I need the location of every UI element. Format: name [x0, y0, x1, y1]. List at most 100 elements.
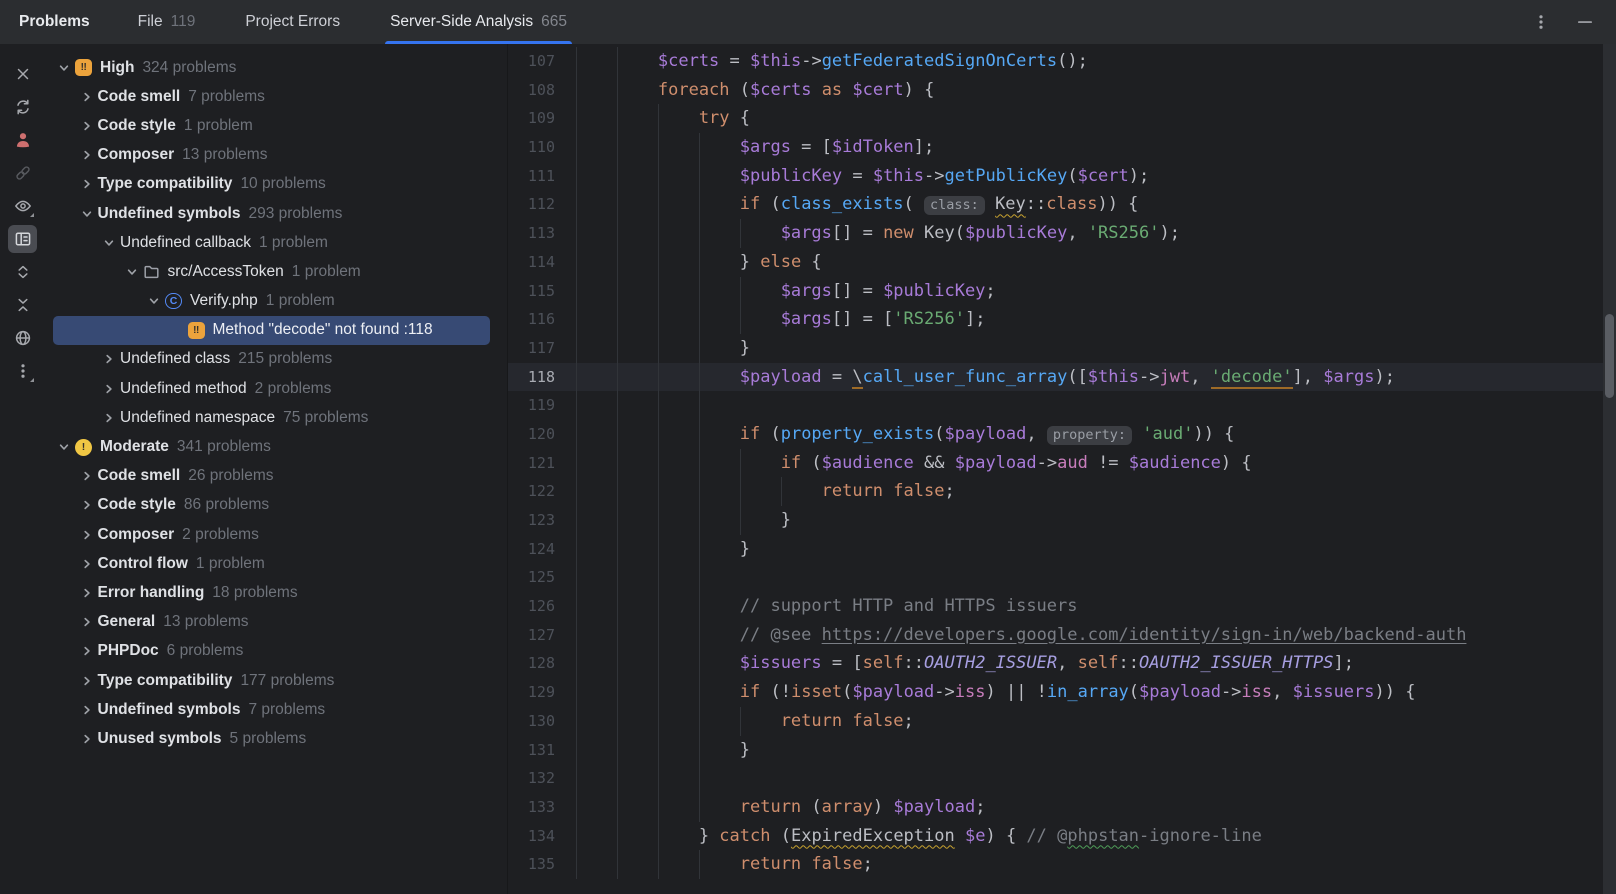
code-line[interactable]: 135return false;: [508, 850, 1616, 879]
tree-row-undefined-method[interactable]: Undefined method2 problems: [45, 374, 507, 403]
chevron-right-icon[interactable]: [76, 558, 98, 570]
collapse-all-icon[interactable]: [8, 291, 37, 319]
tree-row-code-smell[interactable]: Code smell26 problems: [45, 462, 507, 491]
code-line[interactable]: 123}: [508, 506, 1616, 535]
code-line[interactable]: 132: [508, 764, 1616, 793]
user-icon[interactable]: [8, 126, 37, 154]
code-line[interactable]: 122return false;: [508, 477, 1616, 506]
moderate-severity-icon: !: [75, 439, 92, 456]
chevron-right-icon[interactable]: [76, 178, 98, 190]
code-line[interactable]: 130return false;: [508, 707, 1616, 736]
tree-row-high[interactable]: !!High324 problems: [45, 53, 507, 82]
more-icon[interactable]: [1530, 11, 1552, 33]
code-line[interactable]: 113$args[] = new Key($publicKey, 'RS256'…: [508, 219, 1616, 248]
code-line[interactable]: 120if (property_exists($payload, propert…: [508, 420, 1616, 449]
chevron-right-icon[interactable]: [76, 587, 98, 599]
tab-server-side-analysis[interactable]: Server-Side Analysis665: [388, 0, 569, 44]
code-line[interactable]: 128$issuers = [self::OAUTH2_ISSUER, self…: [508, 649, 1616, 678]
code-line[interactable]: 112if (class_exists( class: Key::class))…: [508, 190, 1616, 219]
code-line[interactable]: 109try {: [508, 104, 1616, 133]
tree-row-code-style[interactable]: Code style1 problem: [45, 111, 507, 140]
chevron-down-icon[interactable]: [53, 441, 75, 453]
tree-row-undefined-namespace[interactable]: Undefined namespace75 problems: [45, 403, 507, 432]
refresh-icon[interactable]: [8, 93, 37, 121]
close-icon[interactable]: [8, 60, 37, 88]
tab-label: File: [138, 13, 163, 31]
editor-scrollbar-track[interactable]: [1603, 44, 1616, 894]
code-editor[interactable]: 107$certs = $this->getFederatedSignOnCer…: [507, 44, 1616, 894]
chevron-right-icon[interactable]: [76, 704, 98, 716]
tree-row-code-style[interactable]: Code style86 problems: [45, 491, 507, 520]
chevron-right-icon[interactable]: [76, 91, 98, 103]
tree-row-src-accesstoken[interactable]: src/AccessToken1 problem: [45, 257, 507, 286]
chevron-right-icon[interactable]: [76, 529, 98, 541]
code-line[interactable]: 107$certs = $this->getFederatedSignOnCer…: [508, 47, 1616, 76]
tree-row-undefined-symbols[interactable]: Undefined symbols7 problems: [45, 695, 507, 724]
line-number: 109: [508, 104, 555, 133]
tree-row-composer[interactable]: Composer13 problems: [45, 141, 507, 170]
code-token: OAUTH2_ISSUER_HTTPS: [1139, 653, 1333, 673]
chevron-right-icon[interactable]: [76, 675, 98, 687]
code-line-current[interactable]: 118$payload = \call_user_func_array([$th…: [508, 363, 1616, 392]
chevron-right-icon[interactable]: [76, 149, 98, 161]
chevron-down-icon[interactable]: [121, 266, 143, 278]
code-line[interactable]: 134} catch (ExpiredException $e) { // @p…: [508, 822, 1616, 851]
chevron-right-icon[interactable]: [98, 383, 120, 395]
minimize-icon[interactable]: [1574, 11, 1596, 33]
code-line[interactable]: 111$publicKey = $this->getPublicKey($cer…: [508, 162, 1616, 191]
tab-project-errors[interactable]: Project Errors: [243, 0, 342, 44]
tree-row-undefined-symbols[interactable]: Undefined symbols293 problems: [45, 199, 507, 228]
code-line[interactable]: 116$args[] = ['RS256'];: [508, 305, 1616, 334]
expand-all-icon[interactable]: [8, 258, 37, 286]
code-line[interactable]: 114} else {: [508, 248, 1616, 277]
code-line[interactable]: 126// support HTTP and HTTPS issuers: [508, 592, 1616, 621]
editor-scrollbar-thumb[interactable]: [1605, 314, 1614, 398]
layout-icon[interactable]: [8, 225, 37, 253]
code-line[interactable]: 119: [508, 391, 1616, 420]
tree-row-undefined-callback[interactable]: Undefined callback1 problem: [45, 228, 507, 257]
tree-row-undefined-class[interactable]: Undefined class215 problems: [45, 345, 507, 374]
code-line[interactable]: 133return (array) $payload;: [508, 793, 1616, 822]
chevron-down-icon[interactable]: [53, 62, 75, 74]
chevron-right-icon[interactable]: [76, 120, 98, 132]
tree-row-type-compatibility[interactable]: Type compatibility10 problems: [45, 170, 507, 199]
tree-row-general[interactable]: General13 problems: [45, 608, 507, 637]
code-line[interactable]: 127// @see https://developers.google.com…: [508, 621, 1616, 650]
tree-row-composer[interactable]: Composer2 problems: [45, 520, 507, 549]
code-line[interactable]: 129if (!isset($payload->iss) || !in_arra…: [508, 678, 1616, 707]
tree-row-unused-symbols[interactable]: Unused symbols5 problems: [45, 724, 507, 753]
tree-row-verify-php[interactable]: CVerify.php1 problem: [45, 287, 507, 316]
chevron-right-icon[interactable]: [76, 499, 98, 511]
code-line[interactable]: 110$args = [$idToken];: [508, 133, 1616, 162]
tree-row-type-compatibility[interactable]: Type compatibility177 problems: [45, 666, 507, 695]
tree-row-code-smell[interactable]: Code smell7 problems: [45, 82, 507, 111]
code-line[interactable]: 121if ($audience && $payload->aud != $au…: [508, 449, 1616, 478]
indent-guide: [617, 563, 618, 592]
chevron-right-icon[interactable]: [76, 645, 98, 657]
tree-row-selected[interactable]: !!Method "decode" not found :118: [53, 316, 490, 345]
chevron-right-icon[interactable]: [76, 616, 98, 628]
tree-row-control-flow[interactable]: Control flow1 problem: [45, 549, 507, 578]
code-line[interactable]: 115$args[] = $publicKey;: [508, 277, 1616, 306]
chevron-right-icon[interactable]: [98, 412, 120, 424]
code-line[interactable]: 124}: [508, 535, 1616, 564]
preview-icon[interactable]: [8, 192, 37, 220]
web-icon[interactable]: [8, 324, 37, 352]
chevron-down-icon[interactable]: [143, 295, 165, 307]
tree-row-moderate[interactable]: !Moderate341 problems: [45, 432, 507, 461]
code-line[interactable]: 131}: [508, 736, 1616, 765]
chevron-right-icon[interactable]: [76, 733, 98, 745]
chevron-right-icon[interactable]: [98, 353, 120, 365]
tree-row-phpdoc[interactable]: PHPDoc6 problems: [45, 637, 507, 666]
chevron-right-icon[interactable]: [76, 470, 98, 482]
tree-row-error-handling[interactable]: Error handling18 problems: [45, 578, 507, 607]
code-line[interactable]: 125: [508, 563, 1616, 592]
chevron-down-icon[interactable]: [98, 237, 120, 249]
link-icon[interactable]: [8, 159, 37, 187]
chevron-down-icon[interactable]: [76, 208, 98, 220]
tab-file[interactable]: File119: [136, 0, 198, 44]
code-line[interactable]: 108foreach ($certs as $cert) {: [508, 76, 1616, 105]
code-line[interactable]: 117}: [508, 334, 1616, 363]
indent-guide: [576, 563, 577, 592]
more-icon[interactable]: [8, 357, 37, 385]
